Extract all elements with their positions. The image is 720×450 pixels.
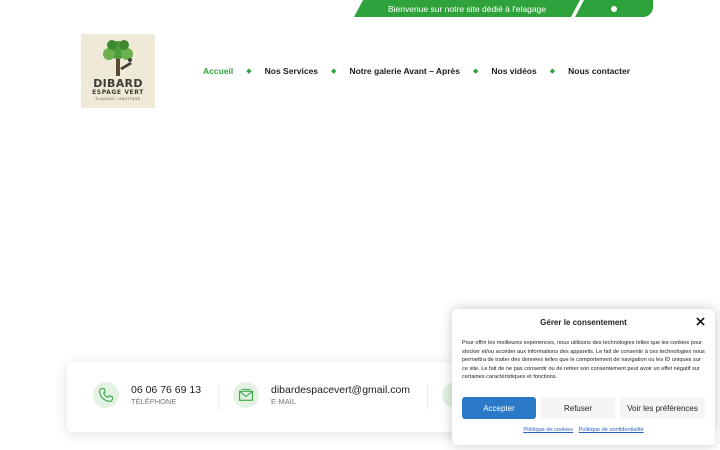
refuse-button[interactable]: Refuser [541, 397, 615, 419]
nav-separator: ◆ [549, 68, 556, 75]
nav-item-videos[interactable]: Nos vidéos [491, 66, 536, 76]
phone-number[interactable]: 06 06 76 69 13 [131, 384, 201, 396]
consent-title: Gérer le consentement [540, 318, 627, 327]
phone-label: TÉLÉPHONE [131, 396, 177, 406]
consent-links: Politique de cookies Politique de confid… [452, 427, 715, 433]
close-icon[interactable] [696, 317, 705, 326]
email-label: E-MAIL [271, 396, 297, 406]
cookie-policy-link[interactable]: Politique de cookies [523, 427, 573, 433]
nav-separator: ◆ [472, 68, 479, 75]
nav-separator: ◆ [246, 68, 252, 75]
contact-divider [218, 384, 219, 410]
accept-button[interactable]: Accepter [462, 397, 536, 419]
nav-item-galerie[interactable]: Notre galerie Avant – Après [349, 66, 460, 76]
mail-icon [233, 382, 259, 408]
contact-email[interactable]: dibardespacevert@gmail.com E-MAIL [233, 382, 410, 408]
site-logo[interactable]: DIBARD ESPAGE VERT ÉLAGAGE • ABATTAGE [81, 34, 155, 108]
facebook-icon[interactable] [611, 5, 617, 12]
nav-separator: ◆ [331, 68, 337, 75]
privacy-policy-link[interactable]: Politique de confidentialité [579, 427, 644, 433]
nav-item-services[interactable]: Nos Services [265, 66, 318, 76]
logo-tagline: ÉLAGAGE • ABATTAGE [95, 97, 141, 101]
contact-phone[interactable]: 06 06 76 69 13 TÉLÉPHONE [93, 382, 201, 408]
contact-divider [427, 384, 428, 410]
tree-logo-icon [103, 40, 133, 76]
social-bar [575, 0, 653, 17]
contact-strip: 06 06 76 69 13 TÉLÉPHONE dibardespacever… [67, 362, 468, 432]
nav-item-contact[interactable]: Nous contacter [568, 66, 630, 76]
consent-body: Pour offrir les meilleures expériences, … [462, 340, 705, 381]
consent-dialog: Gérer le consentement Pour offrir les me… [452, 309, 715, 445]
recaptcha-badge[interactable] [714, 430, 720, 444]
welcome-banner-text: Bienvenue sur notre site dédié à l'elaga… [387, 3, 547, 14]
preferences-button[interactable]: Voir les préférences [620, 397, 705, 419]
welcome-banner: Bienvenue sur notre site dédié à l'elaga… [354, 0, 580, 17]
logo-subtitle: ESPAGE VERT [92, 89, 144, 96]
logo-name: DIBARD [93, 77, 143, 90]
main-nav: Accueil ◆ Nos Services ◆ Notre galerie A… [203, 64, 630, 78]
nav-item-accueil[interactable]: Accueil [203, 66, 233, 76]
email-address[interactable]: dibardespacevert@gmail.com [271, 384, 410, 396]
phone-icon [93, 382, 119, 408]
